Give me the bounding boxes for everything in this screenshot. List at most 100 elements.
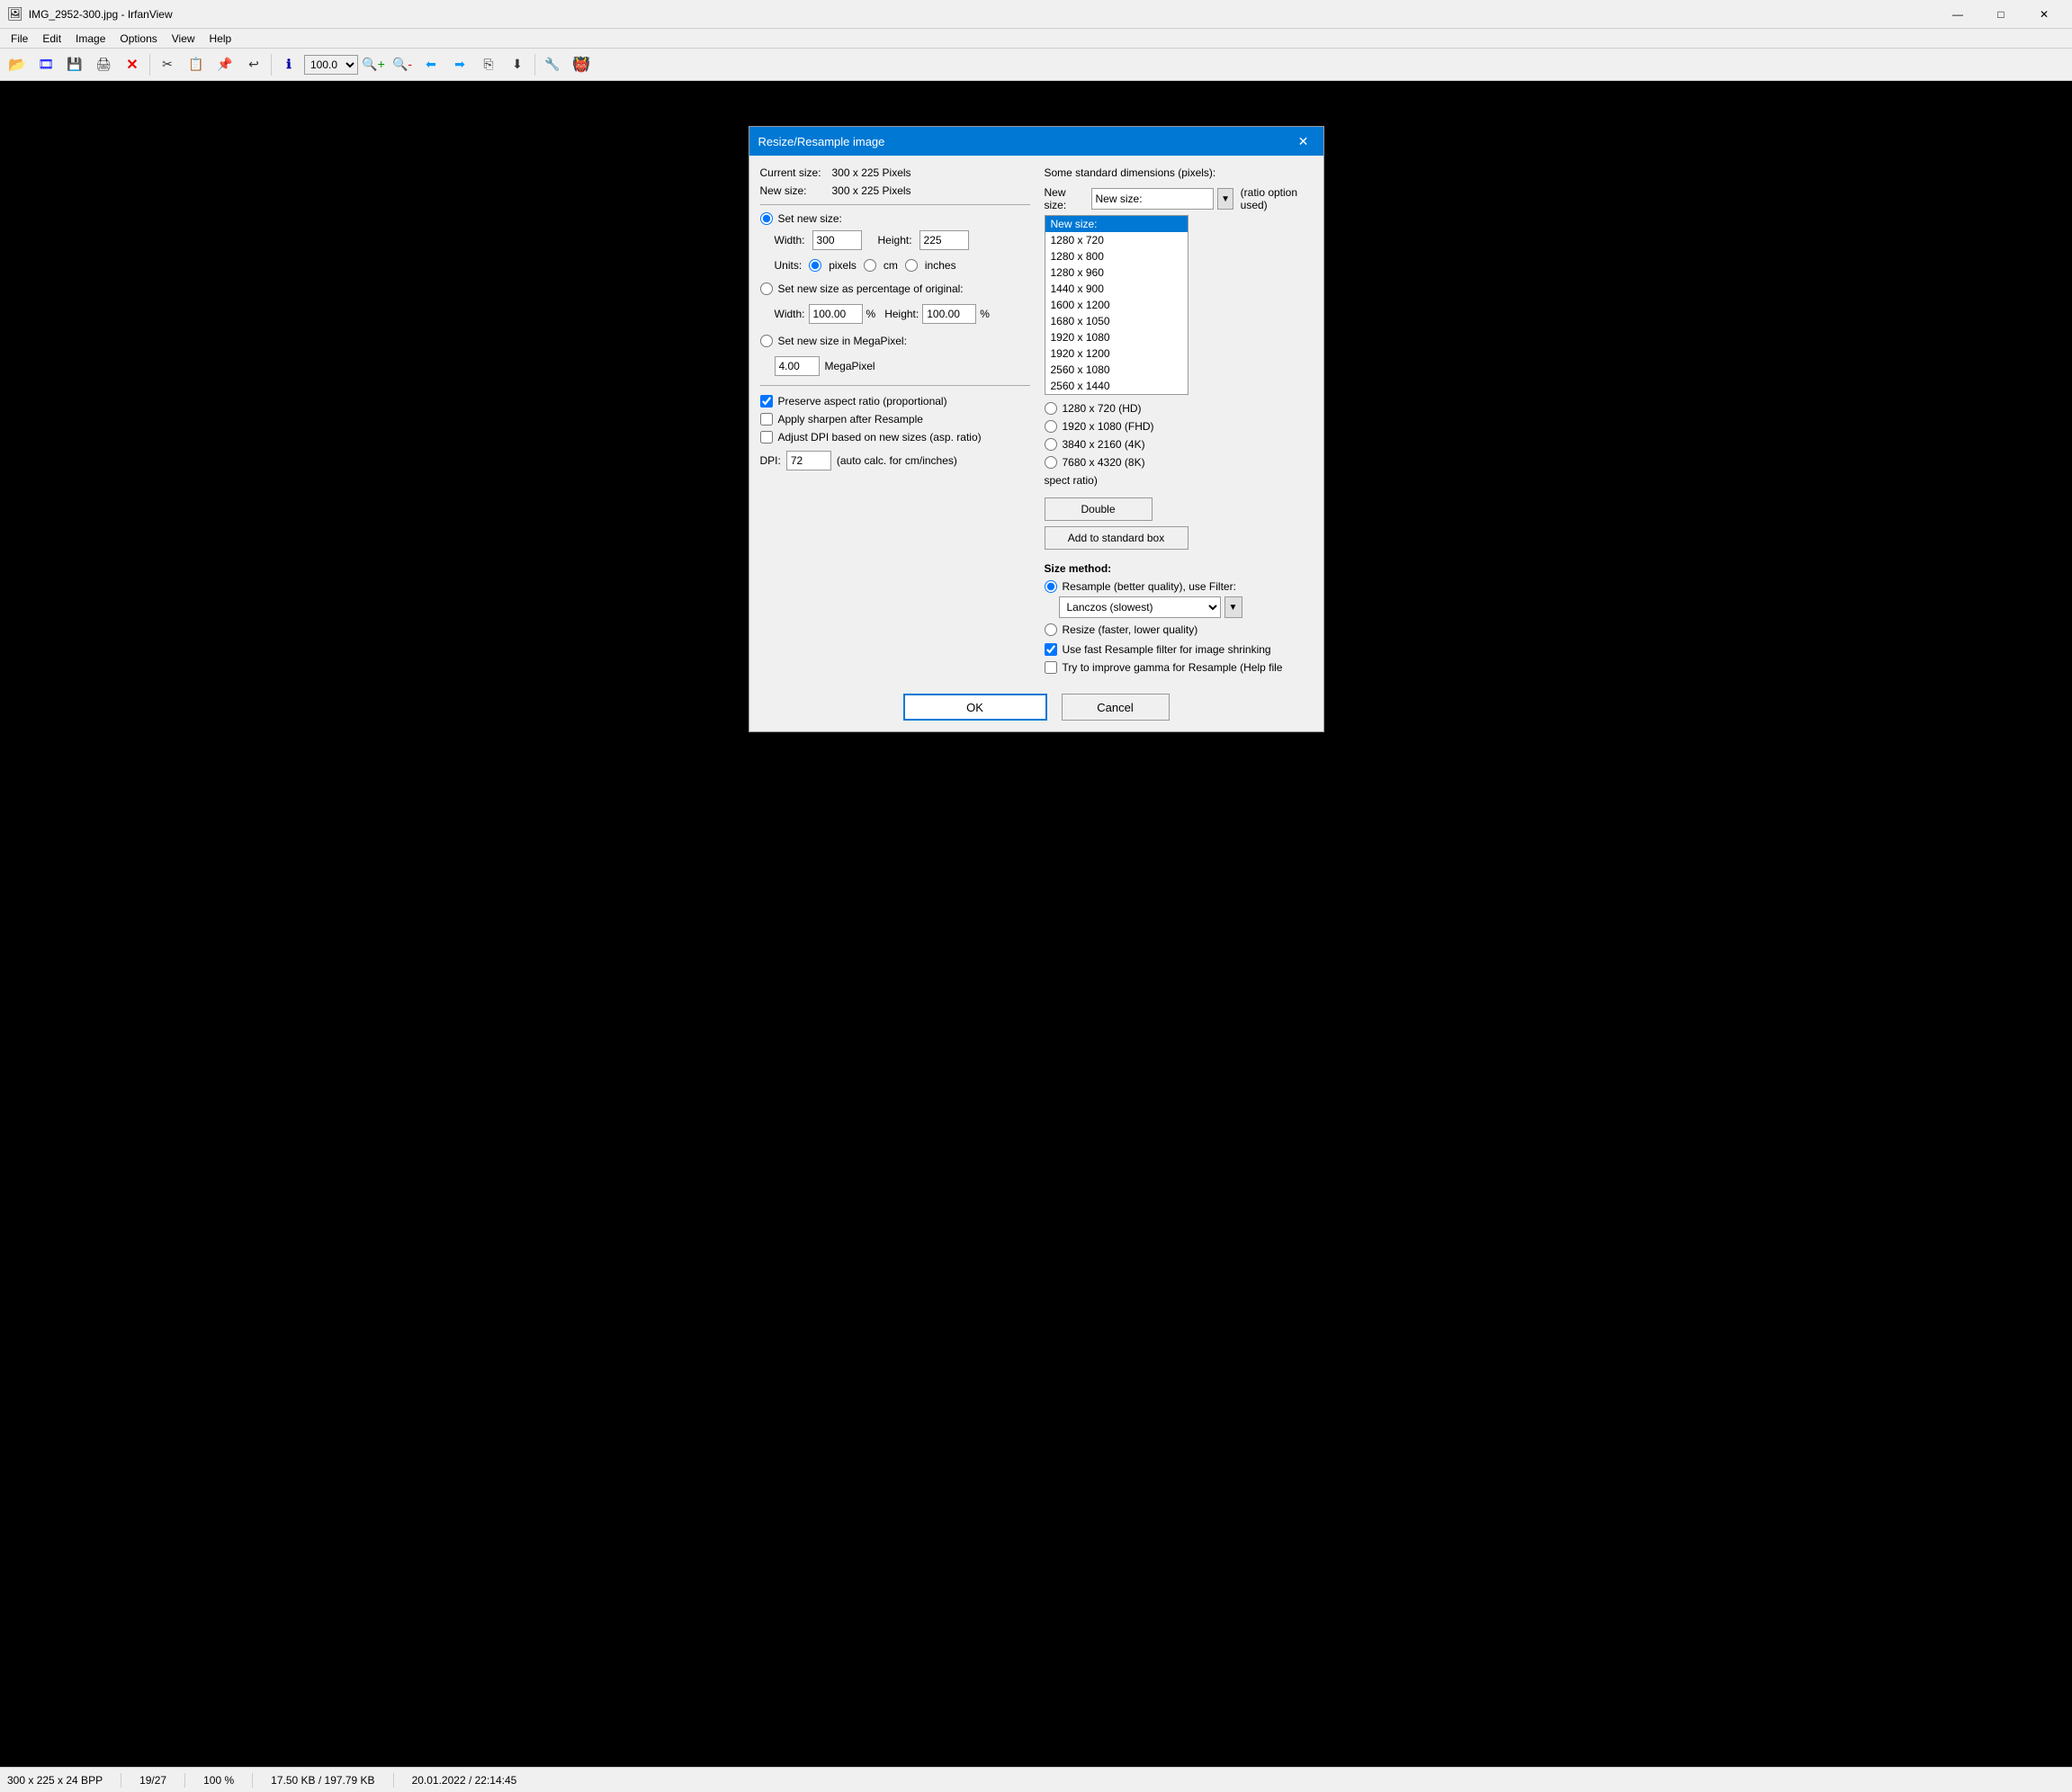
dims-list-item-8[interactable]: 1920 x 1200 — [1045, 345, 1188, 362]
resample-radio[interactable] — [1045, 580, 1057, 593]
preserve-aspect-checkbox[interactable] — [760, 395, 773, 408]
set-pct-label: Set new size as percentage of original: — [778, 282, 964, 295]
download-button[interactable]: ⬇ — [504, 52, 531, 77]
save-icon: 💾 — [67, 57, 82, 72]
unit-pixels-radio[interactable] — [809, 259, 821, 272]
dims-list-item-4[interactable]: 1440 x 900 — [1045, 281, 1188, 297]
fast-resample-checkbox[interactable] — [1045, 643, 1057, 656]
preserve-aspect-label: Preserve aspect ratio (proportional) — [778, 395, 947, 408]
filter-select[interactable]: Lanczos (slowest) Bell B-Spline Bicubic … — [1059, 596, 1221, 618]
menu-bar: File Edit Image Options View Help — [0, 29, 2072, 49]
dialog-title-bar: Resize/Resample image ✕ — [749, 127, 1323, 156]
hd-720-radio[interactable] — [1045, 402, 1057, 415]
close-image-button[interactable]: ✕ — [119, 52, 146, 77]
ok-button[interactable]: OK — [903, 694, 1047, 721]
improve-gamma-checkbox[interactable] — [1045, 661, 1057, 674]
window-close-button[interactable]: ✕ — [2023, 1, 2065, 28]
zoom-out-icon: 🔍- — [392, 57, 412, 72]
menu-edit[interactable]: Edit — [35, 31, 68, 47]
dims-list-item-11[interactable]: 2560 x 1600 — [1045, 394, 1188, 395]
add-to-standard-box-button[interactable]: Add to standard box — [1045, 526, 1188, 550]
filmstrip-button[interactable]: 🎞 — [32, 52, 59, 77]
set-pct-radio[interactable] — [760, 282, 773, 295]
dims-list-item-5[interactable]: 1600 x 1200 — [1045, 297, 1188, 313]
save-button[interactable]: 💾 — [61, 52, 88, 77]
minimize-button[interactable]: — — [1937, 1, 1978, 28]
undo-button[interactable]: ↩ — [240, 52, 267, 77]
cancel-button[interactable]: Cancel — [1062, 694, 1170, 721]
menu-view[interactable]: View — [165, 31, 202, 47]
next-image-button[interactable]: ➡ — [446, 52, 473, 77]
width-input[interactable] — [812, 230, 862, 250]
zoom-select[interactable]: 100.0 50.0 200.0 Fit — [304, 55, 358, 75]
maximize-button[interactable]: □ — [1980, 1, 2022, 28]
dpi-row: DPI: (auto calc. for cm/inches) — [760, 451, 1030, 470]
dims-dropdown-arrow[interactable]: ▼ — [1217, 188, 1233, 210]
apply-sharpen-checkbox[interactable] — [760, 413, 773, 426]
current-size-label: Current size: — [760, 166, 832, 179]
ratio-label: (ratio option used) — [1241, 186, 1314, 211]
menu-image[interactable]: Image — [68, 31, 112, 47]
filter-row: Lanczos (slowest) Bell B-Spline Bicubic … — [1059, 596, 1314, 618]
unit-inches-radio[interactable] — [905, 259, 918, 272]
height-input[interactable] — [919, 230, 969, 250]
apply-sharpen-label: Apply sharpen after Resample — [778, 413, 923, 426]
cut-button[interactable]: ✂ — [154, 52, 181, 77]
dialog-buttons-row: OK Cancel — [749, 685, 1323, 731]
prev-image-button[interactable]: ⬅ — [417, 52, 444, 77]
hd-8k-label: 7680 x 4320 (8K) — [1063, 456, 1145, 469]
set-mp-radio[interactable] — [760, 335, 773, 347]
unit-cm-radio[interactable] — [864, 259, 876, 272]
hd-radio-row-0: 1280 x 720 (HD) — [1045, 402, 1314, 415]
copy2-button[interactable]: ⎘ — [475, 52, 502, 77]
pct-height-input[interactable] — [922, 304, 976, 324]
next-icon: ➡ — [454, 57, 465, 72]
toolbar-sep-2 — [271, 54, 272, 76]
double-button[interactable]: Double — [1045, 497, 1153, 521]
resize-radio[interactable] — [1045, 623, 1057, 636]
units-text-label: Units: — [775, 259, 803, 272]
hd-4k-radio[interactable] — [1045, 438, 1057, 451]
dims-list-item-6[interactable]: 1680 x 1050 — [1045, 313, 1188, 329]
zoom-in-button[interactable]: 🔍+ — [360, 52, 387, 77]
menu-options[interactable]: Options — [112, 31, 164, 47]
dims-list[interactable]: New size: 1280 x 720 1280 x 800 1280 x 9… — [1045, 215, 1188, 395]
mp-input[interactable] — [775, 356, 820, 376]
zoom-out-button[interactable]: 🔍- — [389, 52, 416, 77]
size-method-section: Size method: Resample (better quality), … — [1045, 562, 1314, 674]
info-button[interactable]: ℹ — [275, 52, 302, 77]
right-action-buttons: Double Add to standard box — [1045, 497, 1314, 550]
copy-button[interactable]: 📋 — [183, 52, 210, 77]
settings-button[interactable]: 🔧 — [539, 52, 566, 77]
dims-list-item-3[interactable]: 1280 x 960 — [1045, 264, 1188, 281]
hd-8k-radio[interactable] — [1045, 456, 1057, 469]
dialog-close-button[interactable]: ✕ — [1293, 130, 1314, 152]
irfan-button[interactable]: 👹 — [568, 52, 595, 77]
dims-list-item-10[interactable]: 2560 x 1440 — [1045, 378, 1188, 394]
pct-width-input[interactable] — [809, 304, 863, 324]
fast-resample-label: Use fast Resample filter for image shrin… — [1063, 643, 1271, 656]
dims-list-item-7[interactable]: 1920 x 1080 — [1045, 329, 1188, 345]
open-button[interactable]: 📂 — [4, 52, 31, 77]
size-mode-group: Set new size: Width: Height: Units: pixe… — [760, 212, 1030, 376]
dims-list-item-0[interactable]: New size: — [1045, 216, 1188, 232]
hd-1080-radio[interactable] — [1045, 420, 1057, 433]
paste-button[interactable]: 📌 — [211, 52, 238, 77]
adjust-dpi-checkbox[interactable] — [760, 431, 773, 444]
std-dims-title: Some standard dimensions (pixels): — [1045, 166, 1314, 179]
status-sep-2 — [184, 1773, 185, 1788]
hd-radio-row-2: 3840 x 2160 (4K) — [1045, 438, 1314, 451]
dims-list-item-9[interactable]: 2560 x 1080 — [1045, 362, 1188, 378]
adjust-dpi-row: Adjust DPI based on new sizes (asp. rati… — [760, 431, 1030, 444]
preserve-aspect-row: Preserve aspect ratio (proportional) — [760, 395, 1030, 408]
info-icon: ℹ — [286, 57, 291, 72]
set-new-size-radio[interactable] — [760, 212, 773, 225]
menu-file[interactable]: File — [4, 31, 35, 47]
print-button[interactable]: 🖨 — [90, 52, 117, 77]
dims-list-item-1[interactable]: 1280 x 720 — [1045, 232, 1188, 248]
dpi-input[interactable] — [786, 451, 831, 470]
filter-dropdown-arrow[interactable]: ▼ — [1224, 596, 1242, 618]
dims-dropdown[interactable]: New size: 1280 x 720 1280 x 800 1280 x 9… — [1091, 188, 1215, 210]
menu-help[interactable]: Help — [202, 31, 239, 47]
dims-list-item-2[interactable]: 1280 x 800 — [1045, 248, 1188, 264]
